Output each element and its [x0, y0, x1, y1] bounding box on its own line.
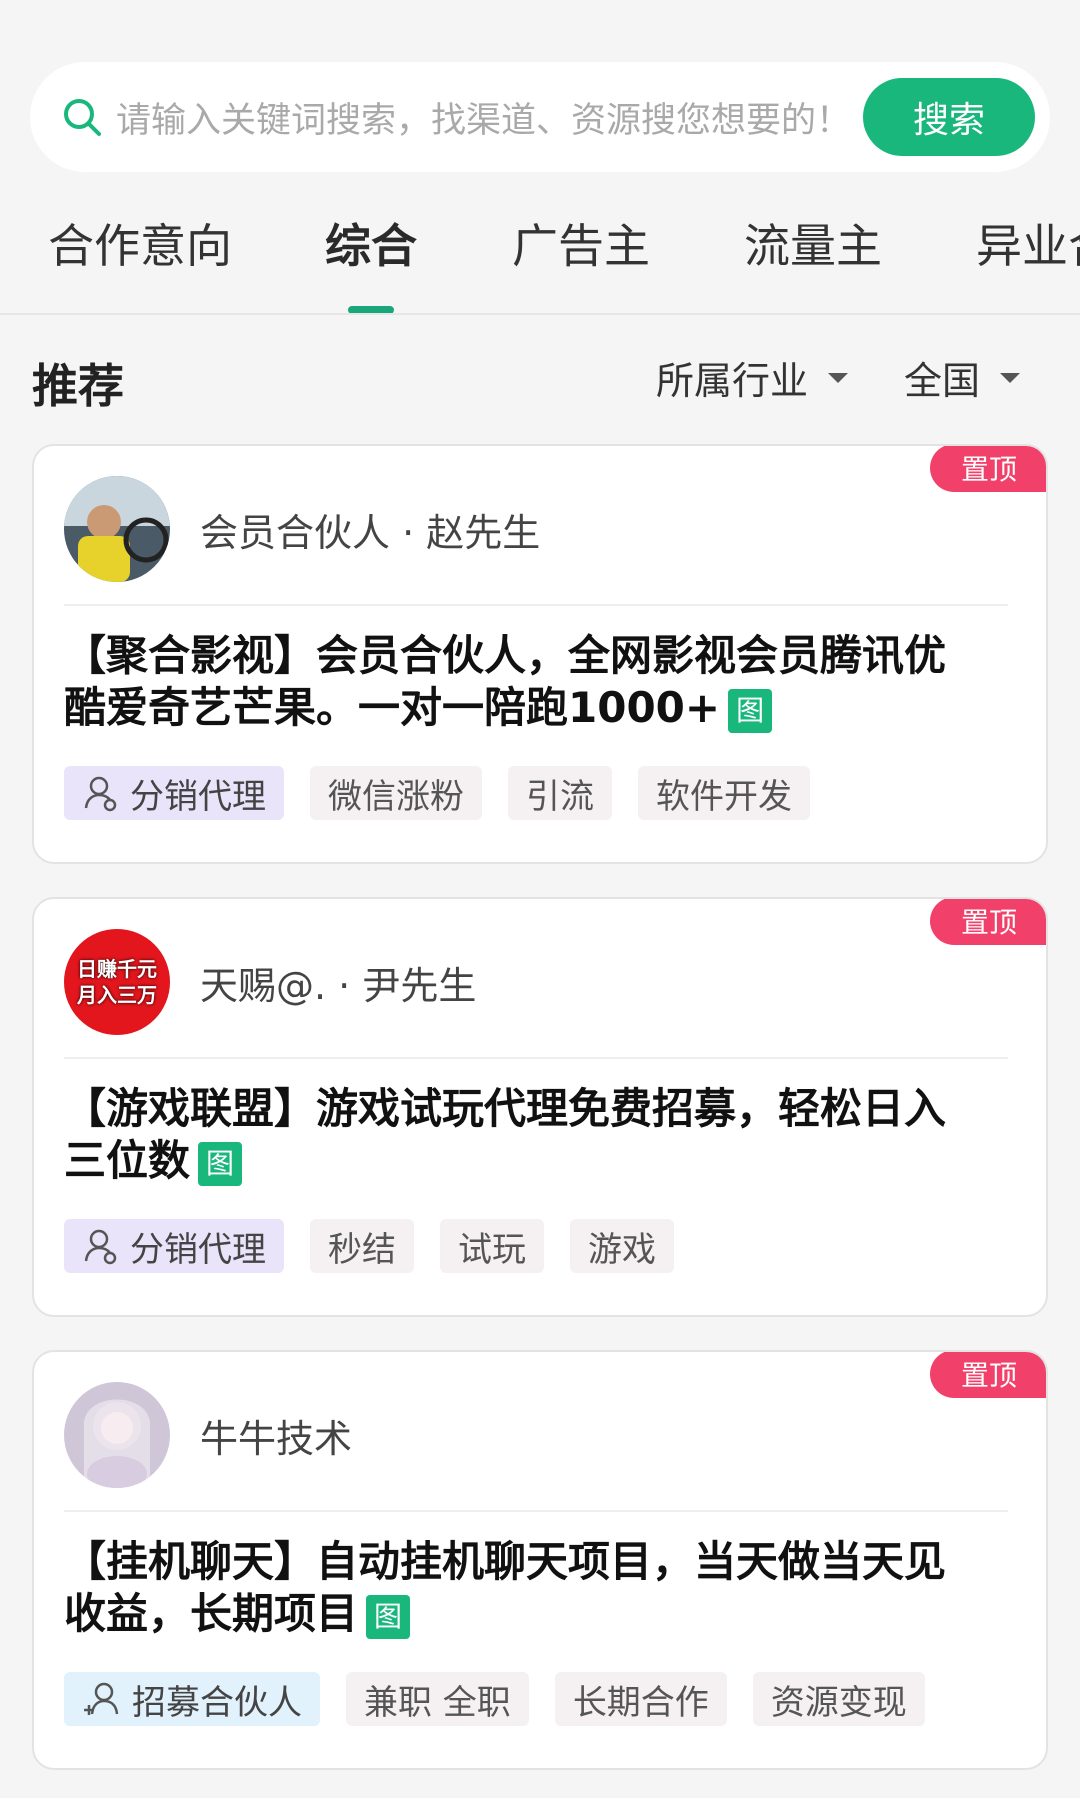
pinned-badge: 置顶: [930, 446, 1046, 492]
avatar-text: 日赚千元月入三万: [77, 957, 157, 1007]
caret-down-icon: [1000, 372, 1021, 383]
post-title-text: 【聚合影视】会员合伙人，全网影视会员腾讯优酷爱奇艺芒果。一对一陪跑1000+: [64, 631, 947, 732]
search-button[interactable]: 搜索: [863, 78, 1035, 156]
divider: [64, 1510, 1008, 1512]
section-title: 推荐: [32, 359, 124, 413]
avatar[interactable]: [64, 1382, 170, 1488]
tag[interactable]: 软件开发: [638, 766, 810, 820]
tag-recruit-partner[interactable]: 招募合伙人: [64, 1672, 320, 1726]
divider: [64, 1057, 1008, 1059]
search-area: 请输入关键词搜索，找渠道、资源搜您想要的！ 搜索: [30, 62, 1050, 172]
post-card[interactable]: 置顶 会员合伙人 · 赵先生 【聚合影视】会员合伙人，全网影视会员腾讯优酷爱奇艺…: [32, 444, 1048, 864]
user-agent-icon: [84, 1229, 117, 1265]
post-title[interactable]: 【挂机聊天】自动挂机聊天项目，当天做当天见收益，长期项目图: [64, 1536, 982, 1640]
post-title-text: 【挂机聊天】自动挂机聊天项目，当天做当天见收益，长期项目: [64, 1537, 947, 1638]
tag-list: 分销代理 秒结 试玩 游戏: [64, 1219, 674, 1273]
avatar[interactable]: [64, 476, 170, 582]
post-card[interactable]: 置顶 日赚千元月入三万 天赐@. · 尹先生 【游戏联盟】游戏试玩代理免费招募，…: [32, 897, 1048, 1317]
image-badge: 图: [728, 688, 773, 733]
image-badge: 图: [198, 1141, 243, 1186]
author-name: 牛牛技术: [200, 1416, 353, 1461]
tag-distribution-agent[interactable]: 分销代理: [64, 766, 284, 820]
pinned-badge: 置顶: [930, 899, 1046, 945]
category-tabs: 合作意向 综合 广告主 流量主 异业合: [0, 200, 1080, 315]
tag[interactable]: 资源变现: [752, 1672, 925, 1726]
tag[interactable]: 长期合作: [554, 1672, 727, 1726]
tag[interactable]: 引流: [508, 766, 612, 820]
tag[interactable]: 微信涨粉: [310, 766, 482, 820]
active-tab-indicator: [348, 306, 394, 313]
region-filter-label: 全国: [904, 359, 981, 403]
tag[interactable]: 兼职 全职: [346, 1672, 529, 1726]
post-title-text: 【游戏联盟】游戏试玩代理免费招募，轻松日入三位数: [64, 1084, 947, 1185]
post-title[interactable]: 【聚合影视】会员合伙人，全网影视会员腾讯优酷爱奇艺芒果。一对一陪跑1000+ 图: [64, 630, 982, 734]
tag-list: 分销代理 微信涨粉 引流 软件开发: [64, 766, 810, 820]
divider: [64, 604, 1008, 606]
tab-comprehensive[interactable]: 综合: [325, 210, 417, 276]
search-input[interactable]: 请输入关键词搜索，找渠道、资源搜您想要的！: [116, 92, 863, 143]
industry-filter[interactable]: 所属行业: [656, 350, 849, 405]
pinned-badge: 置顶: [930, 1352, 1046, 1398]
tag-distribution-agent[interactable]: 分销代理: [64, 1219, 284, 1273]
recruit-partner-icon: [84, 1682, 119, 1715]
post-card[interactable]: 置顶 牛牛技术 【挂机聊天】自动挂机聊天项目，当天做当天见收益，长期项目图 招募…: [32, 1350, 1048, 1770]
tag[interactable]: 游戏: [570, 1219, 674, 1273]
tab-advertiser[interactable]: 广告主: [512, 210, 650, 276]
search-bar[interactable]: 请输入关键词搜索，找渠道、资源搜您想要的！ 搜索: [30, 62, 1050, 172]
author-name: 天赐@. · 尹先生: [200, 963, 477, 1008]
user-agent-icon: [84, 776, 117, 812]
region-filter[interactable]: 全国: [904, 350, 1021, 405]
author-name: 会员合伙人 · 赵先生: [200, 510, 541, 555]
tag-list: 招募合伙人 兼职 全职 长期合作 资源变现: [64, 1672, 925, 1726]
tab-traffic-owner[interactable]: 流量主: [744, 210, 882, 276]
post-title[interactable]: 【游戏联盟】游戏试玩代理免费招募，轻松日入三位数图: [64, 1083, 982, 1187]
industry-filter-label: 所属行业: [656, 359, 809, 403]
tab-cooperation-intent[interactable]: 合作意向: [48, 210, 232, 276]
caret-down-icon: [828, 372, 849, 383]
tag[interactable]: 秒结: [310, 1219, 414, 1273]
tab-cross-industry[interactable]: 异业合: [976, 210, 1080, 276]
tag[interactable]: 试玩: [440, 1219, 544, 1273]
image-badge: 图: [366, 1594, 411, 1639]
avatar[interactable]: 日赚千元月入三万: [64, 929, 170, 1035]
search-icon: [64, 99, 101, 136]
